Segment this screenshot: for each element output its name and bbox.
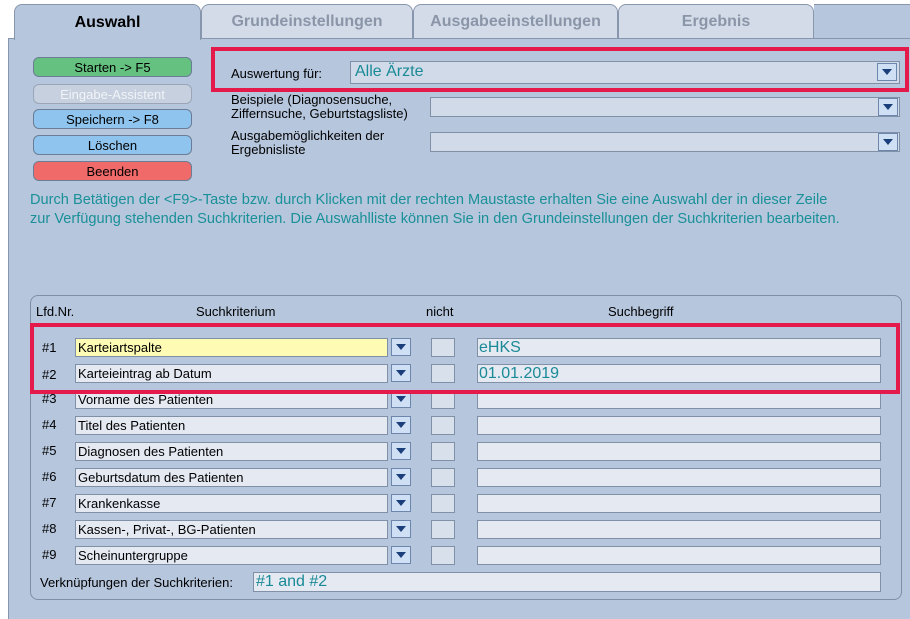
loeschen-button[interactable]: Löschen bbox=[33, 135, 192, 155]
row-3-criterion[interactable]: Vorname des Patienten bbox=[75, 390, 388, 409]
row-3-number: #3 bbox=[42, 391, 57, 406]
row-4-criterion[interactable]: Titel des Patienten bbox=[75, 416, 388, 435]
row-8-nicht-checkbox[interactable] bbox=[431, 520, 455, 539]
row-1-dropdown-icon[interactable] bbox=[391, 338, 411, 356]
tab-bar: Auswahl Grundeinstellungen Ausgabeeinste… bbox=[14, 4, 910, 40]
tab-auswahl[interactable]: Auswahl bbox=[14, 4, 201, 40]
auswertung-label: Auswertung für: bbox=[231, 66, 323, 81]
auswertung-select[interactable]: Alle Ärzte bbox=[350, 61, 900, 84]
row-6-number: #6 bbox=[42, 469, 57, 484]
row-9-criterion[interactable]: Scheinuntergruppe bbox=[75, 546, 388, 565]
row-8-number: #8 bbox=[42, 521, 57, 536]
eingabe-assistent-button[interactable]: Eingabe-Assistent bbox=[33, 84, 192, 104]
row-5-nicht-checkbox[interactable] bbox=[431, 442, 455, 461]
row-1-nicht-checkbox[interactable] bbox=[431, 338, 455, 357]
starten-button[interactable]: Starten -> F5 bbox=[33, 57, 192, 77]
row-9-search-term[interactable] bbox=[477, 546, 881, 565]
beispiele-dropdown-icon[interactable] bbox=[878, 98, 898, 116]
row-7-nicht-checkbox[interactable] bbox=[431, 494, 455, 513]
row-6-dropdown-icon[interactable] bbox=[391, 468, 411, 486]
beispiele-select[interactable] bbox=[430, 97, 900, 117]
row-6-criterion[interactable]: Geburtsdatum des Patienten bbox=[75, 468, 388, 487]
row-1-search-term[interactable]: eHKS bbox=[477, 338, 881, 357]
auswertung-value: Alle Ärzte bbox=[355, 63, 424, 80]
tab-ergebnis[interactable]: Ergebnis bbox=[618, 4, 814, 38]
row-2-number: #2 bbox=[42, 367, 57, 382]
row-3-search-term[interactable] bbox=[477, 390, 881, 409]
row-9-nicht-checkbox[interactable] bbox=[431, 546, 455, 565]
row-7-dropdown-icon[interactable] bbox=[391, 494, 411, 512]
row-5-number: #5 bbox=[42, 443, 57, 458]
ausgabe-select[interactable] bbox=[430, 132, 900, 152]
row-7-criterion[interactable]: Krankenkasse bbox=[75, 494, 388, 513]
row-3-dropdown-icon[interactable] bbox=[391, 390, 411, 408]
row-5-dropdown-icon[interactable] bbox=[391, 442, 411, 460]
tab-ausgabeeinstellungen[interactable]: Ausgabeeinstellungen bbox=[413, 4, 618, 38]
row-4-search-term[interactable] bbox=[477, 416, 881, 435]
beenden-button[interactable]: Beenden bbox=[33, 161, 192, 181]
row-8-search-term[interactable] bbox=[477, 520, 881, 539]
row-8-dropdown-icon[interactable] bbox=[391, 520, 411, 538]
row-2-criterion[interactable]: Karteieintrag ab Datum bbox=[75, 364, 388, 383]
row-7-number: #7 bbox=[42, 495, 57, 510]
row-9-number: #9 bbox=[42, 547, 57, 562]
verknuepfung-input[interactable]: #1 and #2 bbox=[253, 572, 881, 592]
ausgabe-dropdown-icon[interactable] bbox=[878, 133, 898, 151]
row-1-number: #1 bbox=[42, 340, 57, 355]
row-5-criterion[interactable]: Diagnosen des Patienten bbox=[75, 442, 388, 461]
header-lfd-nr: Lfd.Nr. bbox=[36, 304, 75, 319]
row-5-search-term[interactable] bbox=[477, 442, 881, 461]
row-9-dropdown-icon[interactable] bbox=[391, 546, 411, 564]
row-7-search-term[interactable] bbox=[477, 494, 881, 513]
row-4-number: #4 bbox=[42, 417, 57, 432]
tab-bar-filler bbox=[814, 4, 910, 38]
header-suchbegriff: Suchbegriff bbox=[608, 304, 674, 319]
row-2-search-term[interactable]: 01.01.2019 bbox=[477, 364, 881, 383]
row-4-nicht-checkbox[interactable] bbox=[431, 416, 455, 435]
row-6-search-term[interactable] bbox=[477, 468, 881, 487]
row-2-nicht-checkbox[interactable] bbox=[431, 364, 455, 383]
row-6-nicht-checkbox[interactable] bbox=[431, 468, 455, 487]
row-2-dropdown-icon[interactable] bbox=[391, 364, 411, 382]
beispiele-label: Beispiele (Diagnosensuche, Ziffernsuche, … bbox=[231, 92, 408, 121]
row-8-criterion[interactable]: Kassen-, Privat-, BG-Patienten bbox=[75, 520, 388, 539]
row-1-criterion[interactable]: Karteiartspalte bbox=[75, 338, 388, 357]
verknuepfung-label: Verknüpfungen der Suchkriterien: bbox=[40, 575, 233, 590]
tab-grundeinstellungen[interactable]: Grundeinstellungen bbox=[201, 4, 413, 38]
header-suchkriterium: Suchkriterium bbox=[196, 304, 276, 319]
header-nicht: nicht bbox=[426, 304, 454, 319]
speichern-button[interactable]: Speichern -> F8 bbox=[33, 109, 192, 129]
ausgabe-label: Ausgabemöglichkeiten der Ergebnisliste bbox=[231, 128, 385, 157]
row-3-nicht-checkbox[interactable] bbox=[431, 390, 455, 409]
row-4-dropdown-icon[interactable] bbox=[391, 416, 411, 434]
auswertung-dropdown-icon[interactable] bbox=[877, 63, 897, 81]
info-text: Durch Betätigen der <F9>-Taste bzw. durc… bbox=[30, 192, 840, 227]
